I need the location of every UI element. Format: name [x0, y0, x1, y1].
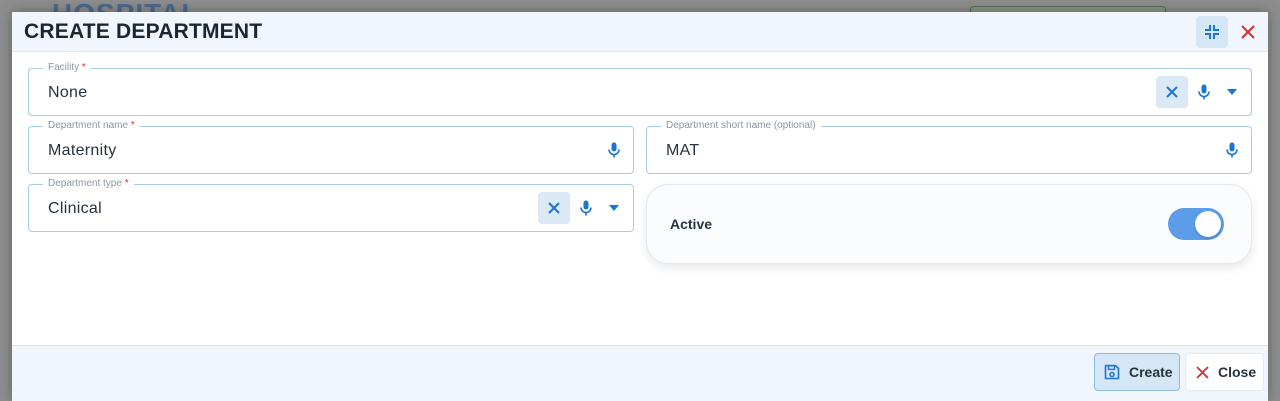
dropdown-arrow-icon — [1227, 89, 1237, 95]
save-icon — [1104, 364, 1120, 380]
department-type-dropdown-button[interactable] — [598, 192, 630, 224]
department-short-name-field[interactable]: Department short name (optional) MAT — [646, 120, 1252, 174]
department-short-name-value: MAT — [666, 142, 700, 159]
dropdown-arrow-icon — [609, 205, 619, 211]
dialog-footer: Create Close — [12, 345, 1268, 401]
microphone-icon — [1226, 142, 1238, 158]
close-icon — [1241, 25, 1255, 39]
close-button-label: Close — [1218, 364, 1257, 380]
dialog-header: CREATE DEPARTMENT — [12, 12, 1268, 52]
department-short-name-mic-button[interactable] — [1216, 134, 1248, 166]
department-type-clear-button[interactable] — [538, 192, 570, 224]
dialog-title: CREATE DEPARTMENT — [24, 20, 263, 43]
facility-value: None — [48, 84, 88, 101]
create-button[interactable]: Create — [1094, 353, 1180, 391]
facility-clear-button[interactable] — [1156, 76, 1188, 108]
department-type-label: Department type * — [43, 178, 134, 190]
facility-label: Facility * — [43, 62, 91, 74]
close-button[interactable]: Close — [1185, 353, 1264, 391]
clear-icon — [1166, 86, 1178, 98]
facility-dropdown-button[interactable] — [1216, 76, 1248, 108]
department-type-select[interactable]: Department type * Clinical — [28, 178, 634, 232]
facility-select[interactable]: Facility * None — [28, 62, 1252, 116]
department-type-value: Clinical — [48, 200, 102, 217]
clear-icon — [548, 202, 560, 214]
active-toggle-card: Active — [646, 184, 1252, 264]
microphone-icon — [580, 200, 592, 216]
microphone-icon — [1198, 84, 1210, 100]
department-name-mic-button[interactable] — [598, 134, 630, 166]
toggle-knob — [1195, 211, 1221, 237]
department-name-value: Maternity — [48, 142, 117, 159]
create-department-dialog: CREATE DEPARTMENT Facility * None Depart… — [12, 12, 1268, 401]
active-toggle-switch[interactable] — [1168, 208, 1224, 240]
collapse-button[interactable] — [1196, 16, 1228, 48]
dialog-close-button[interactable] — [1232, 16, 1264, 48]
department-name-field[interactable]: Department name * Maternity — [28, 120, 634, 174]
create-button-label: Create — [1129, 364, 1173, 380]
active-label: Active — [670, 216, 713, 232]
department-short-name-label: Department short name (optional) — [661, 120, 821, 132]
close-icon — [1196, 365, 1209, 379]
department-name-label: Department name * — [43, 120, 140, 132]
microphone-icon — [608, 142, 620, 158]
collapse-icon — [1205, 25, 1219, 39]
